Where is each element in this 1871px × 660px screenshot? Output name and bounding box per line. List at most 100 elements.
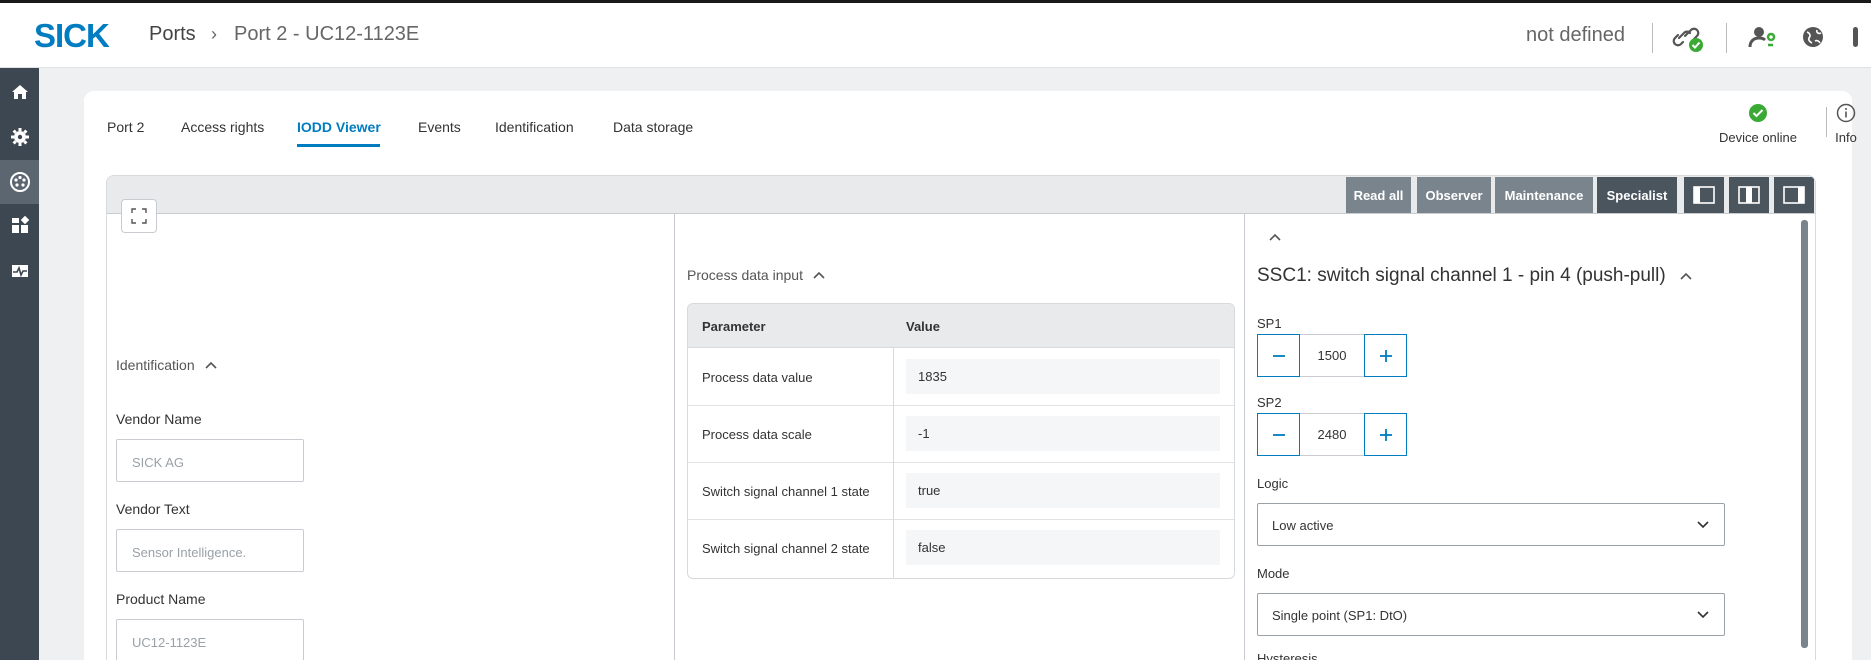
minus-icon <box>1272 433 1285 436</box>
parameter-value: true <box>906 473 1220 508</box>
right-panel-scrollbar[interactable] <box>1801 220 1808 648</box>
device-online-status: Device online <box>1698 103 1818 145</box>
tab-iodd-viewer[interactable]: IODD Viewer <box>297 119 381 135</box>
tab-data-storage[interactable]: Data storage <box>613 119 693 135</box>
table-column-divider <box>893 348 894 578</box>
hysteresis-label: Hysteresis <box>1257 651 1318 660</box>
table-row: Process data scale -1 <box>688 406 1234 463</box>
chevron-up-icon <box>1269 233 1281 241</box>
tab-port-2[interactable]: Port 2 <box>107 119 144 135</box>
device-online-label: Device online <box>1718 130 1798 145</box>
observer-button[interactable]: Observer <box>1417 177 1491 213</box>
iodd-viewer-panel: Read all Observer Maintenance Specialist… <box>106 175 1816 660</box>
layout-center-icon <box>1738 186 1760 204</box>
sidebar-item-home[interactable] <box>0 70 39 114</box>
sick-logo[interactable]: SICK <box>34 17 110 55</box>
parameter-name: Switch signal channel 2 state <box>702 541 870 556</box>
read-all-button[interactable]: Read all <box>1346 177 1411 213</box>
process-data-title: Process data input <box>687 267 803 283</box>
maintenance-button[interactable]: Maintenance <box>1495 177 1593 213</box>
sp1-stepper: 1500 <box>1257 334 1407 377</box>
identification-section-header[interactable]: Identification <box>116 357 217 373</box>
chevron-down-icon <box>1697 611 1709 619</box>
header-divider <box>1726 23 1727 53</box>
more-vert-icon[interactable] <box>1846 21 1866 53</box>
mode-label: Mode <box>1257 566 1290 581</box>
vendor-name-field[interactable]: SICK AG <box>116 439 304 482</box>
tab-access-rights[interactable]: Access rights <box>181 119 264 135</box>
sidebar-item-ports[interactable] <box>0 160 39 204</box>
chevron-up-icon <box>1680 272 1692 280</box>
minus-icon <box>1272 354 1285 357</box>
mode-selected-value: Single point (SP1: DtO) <box>1272 608 1408 623</box>
parameter-value: 1835 <box>906 359 1220 394</box>
breadcrumb-current: Port 2 - UC12-1123E <box>234 23 420 45</box>
sp2-value[interactable]: 2480 <box>1300 413 1364 456</box>
parameter-value: -1 <box>906 416 1220 451</box>
plus-icon <box>1379 428 1392 441</box>
sidebar-item-dashboard[interactable] <box>0 204 39 248</box>
logic-select[interactable]: Low active <box>1257 503 1725 546</box>
table-header: Parameter Value <box>688 304 1234 348</box>
home-icon <box>11 85 28 99</box>
viewer-toolbar: Read all Observer Maintenance Specialist <box>107 176 1815 214</box>
fullscreen-button[interactable] <box>121 199 157 233</box>
sp2-increment-button[interactable] <box>1364 413 1407 456</box>
product-name-label: Product Name <box>116 591 206 607</box>
info-label: Info <box>1835 130 1857 145</box>
table-row: Process data value 1835 <box>688 349 1234 406</box>
settings-gear-icon <box>10 128 29 146</box>
globe-icon[interactable] <box>1797 21 1829 53</box>
sp1-increment-button[interactable] <box>1364 334 1407 377</box>
breadcrumb-separator: › <box>211 24 217 44</box>
tab-events[interactable]: Events <box>418 119 461 135</box>
info-divider <box>1826 107 1827 137</box>
breadcrumb-ports[interactable]: Ports <box>149 23 196 46</box>
plus-icon <box>1379 349 1392 362</box>
product-name-field[interactable]: UC12-1123E <box>116 619 304 660</box>
logic-selected-value: Low active <box>1272 518 1334 533</box>
tab-identification[interactable]: Identification <box>495 119 574 135</box>
header-divider <box>1652 23 1653 53</box>
table-row: Switch signal channel 2 state false <box>688 520 1234 577</box>
chevron-up-icon <box>813 271 825 279</box>
layout-center-button[interactable] <box>1729 177 1769 213</box>
user-status-text: not defined <box>1526 24 1625 46</box>
column-header-parameter: Parameter <box>702 319 766 334</box>
sidebar-item-monitor[interactable] <box>0 249 39 293</box>
vendor-name-label: Vendor Name <box>116 411 202 427</box>
parameter-name: Process data value <box>702 370 813 385</box>
user-key-icon[interactable] <box>1746 21 1778 53</box>
layout-right-button[interactable] <box>1774 177 1814 213</box>
specialist-button[interactable]: Specialist <box>1597 177 1677 213</box>
sidebar <box>0 68 39 660</box>
monitor-icon <box>11 265 28 278</box>
table-row: Switch signal channel 1 state true <box>688 463 1234 520</box>
sp1-value[interactable]: 1500 <box>1300 334 1364 377</box>
process-data-section-header[interactable]: Process data input <box>687 267 825 283</box>
ssc1-title: SSC1: switch signal channel 1 - pin 4 (p… <box>1257 265 1666 286</box>
chevron-down-icon <box>1697 521 1709 529</box>
logic-label: Logic <box>1257 476 1289 491</box>
column-divider <box>1244 214 1245 660</box>
column-divider <box>674 214 675 660</box>
layout-left-button[interactable] <box>1684 177 1724 213</box>
identification-title: Identification <box>116 357 195 373</box>
layout-right-icon <box>1783 186 1805 204</box>
mode-select[interactable]: Single point (SP1: DtO) <box>1257 593 1725 636</box>
parameter-name: Process data scale <box>702 427 812 442</box>
link-check-icon[interactable] <box>1672 21 1704 53</box>
top-header: SICK Ports › Port 2 - UC12-1123E not def… <box>0 0 1871 68</box>
info-button[interactable]: Info <box>1828 103 1864 145</box>
layout-left-icon <box>1693 186 1715 204</box>
parameter-value: false <box>906 530 1220 565</box>
sp1-decrement-button[interactable] <box>1257 334 1300 377</box>
sidebar-item-settings[interactable] <box>0 115 39 159</box>
collapse-all-button[interactable] <box>1269 228 1281 246</box>
ports-icon <box>9 172 30 192</box>
parameter-name: Switch signal channel 1 state <box>702 484 870 499</box>
process-data-table: Parameter Value Process data value 1835 … <box>687 303 1235 579</box>
sp2-decrement-button[interactable] <box>1257 413 1300 456</box>
vendor-text-field[interactable]: Sensor Intelligence. <box>116 529 304 572</box>
ssc1-section-header[interactable]: SSC1: switch signal channel 1 - pin 4 (p… <box>1257 265 1692 287</box>
